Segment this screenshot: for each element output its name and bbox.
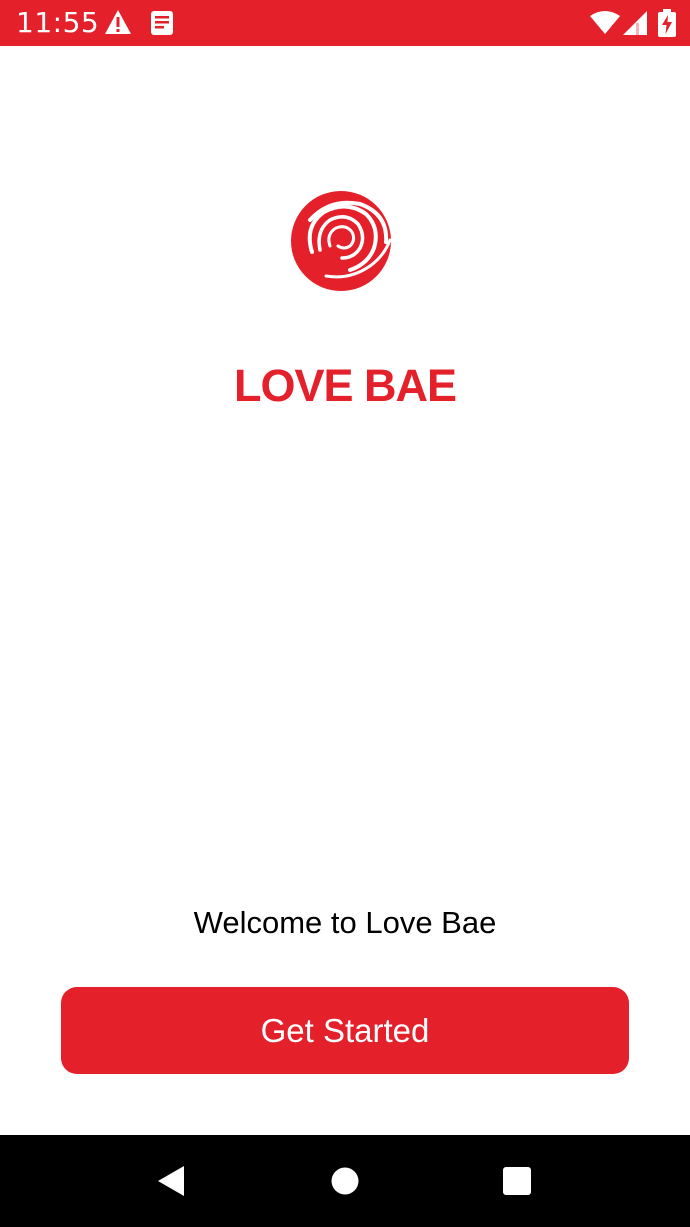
wifi-icon (590, 11, 620, 37)
warning-icon (104, 9, 132, 35)
recents-icon[interactable] (457, 1135, 577, 1227)
battery-charging-icon (658, 9, 676, 37)
app-title: LOVE BAE (233, 360, 457, 411)
navigation-bar (0, 1135, 690, 1227)
home-icon[interactable] (285, 1135, 405, 1227)
notes-icon (151, 11, 173, 37)
signal-icon (623, 11, 647, 37)
back-icon[interactable] (111, 1135, 231, 1227)
status-time: 11:55 (16, 6, 100, 39)
status-bar: 11:55 (0, 0, 690, 46)
welcome-message: Welcome to Love Bae (193, 905, 497, 940)
welcome-screen: 11:55 LOVE BAE Welcome to Love Bae Get S… (0, 0, 690, 1227)
get-started-button[interactable]: Get Started (61, 987, 629, 1074)
app-logo (290, 190, 394, 292)
